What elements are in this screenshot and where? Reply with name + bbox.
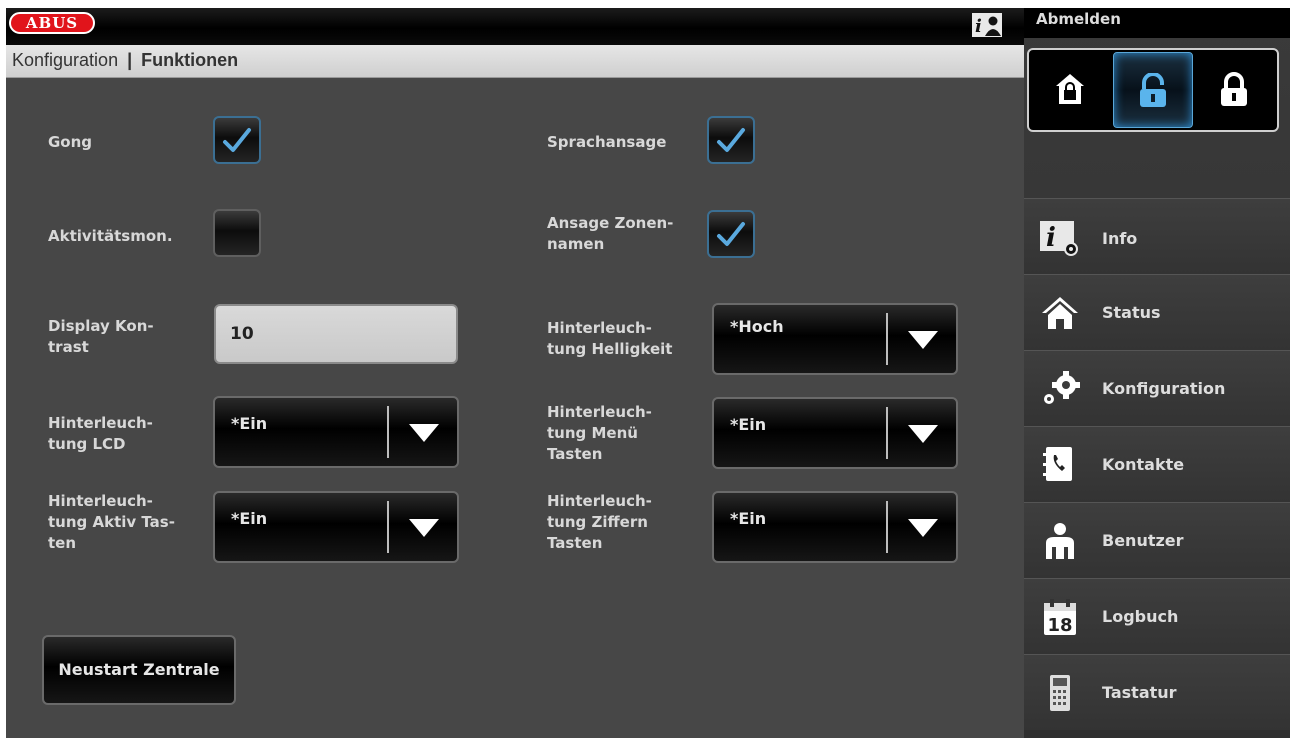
menu-item-konfiguration[interactable]: Konfiguration [1024, 350, 1290, 426]
display-kontrast-input[interactable]: 10 [214, 304, 458, 364]
menu-item-logbuch[interactable]: 18 Logbuch [1024, 578, 1290, 654]
phonebook-icon [1043, 447, 1072, 481]
menu-item-tastatur[interactable]: Tastatur [1024, 654, 1290, 730]
hl-ziffern-label: Hinterleuch- tung Ziffern Tasten [547, 492, 652, 552]
info-gear-icon: i [1040, 221, 1078, 256]
gears-icon [1044, 371, 1080, 404]
menu-item-label: Benutzer [1102, 531, 1184, 550]
check-icon [717, 128, 745, 152]
select-value: *Ein [231, 414, 268, 433]
hl-lcd-select[interactable]: *Ein [213, 396, 459, 468]
svg-text:i: i [1046, 223, 1056, 253]
select-divider [886, 313, 888, 365]
ansage-zonen-checkbox[interactable] [707, 210, 755, 258]
breadcrumb-parent[interactable]: Konfiguration [12, 50, 118, 70]
logout-button[interactable]: Abmelden [1024, 8, 1290, 38]
calendar-day: 18 [1047, 615, 1072, 636]
select-divider [387, 501, 389, 553]
chevron-down-icon [409, 519, 439, 537]
aktivitaet-label: Aktivitätsmon. [48, 227, 173, 245]
arm-state-selector [1027, 48, 1279, 132]
lock-icon [1221, 72, 1247, 106]
hl-lcd-label: Hinterleuch- tung LCD [48, 414, 153, 453]
sprachansage-label: Sprachansage [547, 133, 667, 151]
menu-item-label: Status [1102, 303, 1161, 322]
menu-item-info[interactable]: i Info [1024, 198, 1290, 274]
select-value: *Ein [730, 415, 767, 434]
hl-menu-label: Hinterleuch- tung Menü Tasten [547, 403, 652, 463]
hl-helligkeit-label: Hinterleuch- tung Helligkeit [547, 319, 673, 358]
chevron-down-icon [908, 331, 938, 349]
gong-label: Gong [48, 133, 93, 151]
home-lock-icon [1056, 74, 1084, 104]
menu-item-label: Info [1102, 229, 1138, 248]
ansage-zonen-label: Ansage Zonen- namen [547, 214, 674, 253]
top-bar: ABUS i [6, 8, 1024, 45]
arm-home-button[interactable] [1031, 52, 1111, 128]
arm-full-button[interactable] [1195, 52, 1275, 128]
right-panel: Abmelden i Info Status Konfiguration Kon… [1024, 8, 1290, 738]
main-menu: i Info Status Konfiguration Kontakte Ben… [1024, 198, 1290, 730]
chevron-down-icon [409, 424, 439, 442]
menu-item-kontakte[interactable]: Kontakte [1024, 426, 1290, 502]
hl-ziffern-select[interactable]: *Ein [712, 491, 958, 563]
hl-aktiv-label: Hinterleuch- tung Aktiv Tas- ten [48, 492, 175, 552]
menu-item-label: Tastatur [1102, 683, 1177, 702]
select-divider [387, 406, 389, 458]
info-user-icon[interactable]: i [972, 13, 1002, 37]
breadcrumb-separator: | [127, 50, 133, 70]
house-icon [1042, 297, 1078, 329]
calendar-icon: 18 [1044, 599, 1076, 636]
check-icon [717, 222, 745, 246]
user-icon [1046, 523, 1074, 559]
menu-item-label: Konfiguration [1102, 379, 1226, 398]
title-bar: Konfiguration | Funktionen [6, 45, 1024, 78]
display-kontrast-label: Display Kon- trast [48, 317, 154, 356]
aktivitaet-checkbox[interactable] [213, 209, 261, 257]
hl-aktiv-select[interactable]: *Ein [213, 491, 459, 563]
app-frame: ABUS i Konfiguration | Funktionen Gong S… [6, 8, 1290, 738]
select-divider [886, 501, 888, 553]
svg-text:i: i [975, 16, 982, 37]
keypad-icon [1050, 675, 1070, 711]
hl-helligkeit-select[interactable]: *Hoch [712, 303, 958, 375]
menu-item-benutzer[interactable]: Benutzer [1024, 502, 1290, 578]
breadcrumb-current: Funktionen [141, 50, 239, 70]
select-value: *Hoch [730, 317, 784, 336]
restart-button[interactable]: Neustart Zentrale [42, 635, 236, 705]
gong-checkbox[interactable] [213, 116, 261, 164]
hl-menu-select[interactable]: *Ein [712, 397, 958, 469]
menu-item-label: Kontakte [1102, 455, 1185, 474]
select-divider [886, 407, 888, 459]
check-icon [223, 128, 251, 152]
abus-logo: ABUS [9, 12, 95, 34]
menu-item-status[interactable]: Status [1024, 274, 1290, 350]
menu-item-label: Logbuch [1102, 607, 1179, 626]
select-value: *Ein [730, 509, 767, 528]
chevron-down-icon [908, 425, 938, 443]
page-title: Konfiguration | Funktionen [12, 50, 238, 71]
disarm-button[interactable] [1113, 52, 1193, 128]
unlock-icon [1140, 73, 1166, 107]
chevron-down-icon [908, 519, 938, 537]
select-value: *Ein [231, 509, 268, 528]
sprachansage-checkbox[interactable] [707, 116, 755, 164]
